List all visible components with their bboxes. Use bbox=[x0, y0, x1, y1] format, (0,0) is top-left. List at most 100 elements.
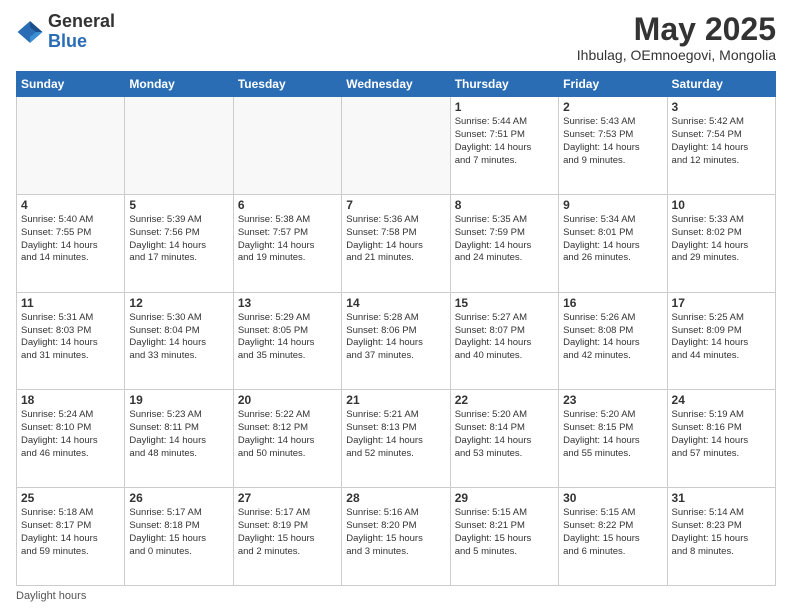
day-info: Sunrise: 5:25 AM Sunset: 8:09 PM Dayligh… bbox=[672, 312, 771, 363]
day-number: 23 bbox=[563, 393, 662, 407]
calendar-cell: 20Sunrise: 5:22 AM Sunset: 8:12 PM Dayli… bbox=[233, 390, 341, 488]
title-block: May 2025 Ihbulag, OEmnoegovi, Mongolia bbox=[577, 12, 776, 63]
day-info: Sunrise: 5:31 AM Sunset: 8:03 PM Dayligh… bbox=[21, 312, 120, 363]
logo-text: General Blue bbox=[48, 12, 115, 52]
day-number: 25 bbox=[21, 491, 120, 505]
weekday-header-monday: Monday bbox=[125, 72, 233, 97]
day-info: Sunrise: 5:42 AM Sunset: 7:54 PM Dayligh… bbox=[672, 116, 771, 167]
day-number: 27 bbox=[238, 491, 337, 505]
day-info: Sunrise: 5:15 AM Sunset: 8:21 PM Dayligh… bbox=[455, 507, 554, 558]
calendar-cell bbox=[342, 97, 450, 195]
daylight-label: Daylight hours bbox=[16, 590, 86, 602]
day-number: 4 bbox=[21, 198, 120, 212]
day-info: Sunrise: 5:14 AM Sunset: 8:23 PM Dayligh… bbox=[672, 507, 771, 558]
header: General Blue May 2025 Ihbulag, OEmnoegov… bbox=[16, 12, 776, 63]
calendar-cell: 21 Sunrise: 5:21 AM Sunset: 8:13 PM Dayli… bbox=[342, 390, 450, 488]
day-number: 14 bbox=[346, 296, 445, 310]
calendar-cell: 29 Sunrise: 5:15 AM Sunset: 8:21 PM Dayli… bbox=[450, 488, 558, 586]
day-info: Sunrise: 5:33 AM Sunset: 8:02 PM Dayligh… bbox=[672, 214, 771, 265]
calendar-cell: 15Sunrise: 5:27 AM Sunset: 8:07 PM Dayli… bbox=[450, 292, 558, 390]
week-row-4: 25 Sunrise: 5:18 AM Sunset: 8:17 PM Dayli… bbox=[17, 488, 776, 586]
calendar-cell: 31 Sunrise: 5:14 AM Sunset: 8:23 PM Dayli… bbox=[667, 488, 775, 586]
day-info: Sunrise: 5:39 AM Sunset: 7:56 PM Dayligh… bbox=[129, 214, 228, 265]
weekday-header-sunday: Sunday bbox=[17, 72, 125, 97]
calendar-cell: 7 Sunrise: 5:36 AM Sunset: 7:58 PM Daylig… bbox=[342, 194, 450, 292]
calendar-cell: 1 Sunrise: 5:44 AM Sunset: 7:51 PM Daylig… bbox=[450, 97, 558, 195]
day-info: Sunrise: 5:36 AM Sunset: 7:58 PM Dayligh… bbox=[346, 214, 445, 265]
calendar-cell bbox=[17, 97, 125, 195]
day-info: Sunrise: 5:35 AM Sunset: 7:59 PM Dayligh… bbox=[455, 214, 554, 265]
week-row-3: 18 Sunrise: 5:24 AM Sunset: 8:10 PM Dayli… bbox=[17, 390, 776, 488]
calendar-cell: 8Sunrise: 5:35 AM Sunset: 7:59 PM Daylig… bbox=[450, 194, 558, 292]
calendar-cell: 6 Sunrise: 5:38 AM Sunset: 7:57 PM Daylig… bbox=[233, 194, 341, 292]
week-row-0: 1 Sunrise: 5:44 AM Sunset: 7:51 PM Daylig… bbox=[17, 97, 776, 195]
day-info: Sunrise: 5:21 AM Sunset: 8:13 PM Dayligh… bbox=[346, 409, 445, 460]
day-info: Sunrise: 5:16 AM Sunset: 8:20 PM Dayligh… bbox=[346, 507, 445, 558]
calendar-cell: 5Sunrise: 5:39 AM Sunset: 7:56 PM Daylig… bbox=[125, 194, 233, 292]
day-info: Sunrise: 5:23 AM Sunset: 8:11 PM Dayligh… bbox=[129, 409, 228, 460]
page: General Blue May 2025 Ihbulag, OEmnoegov… bbox=[0, 0, 792, 612]
calendar-cell: 23 Sunrise: 5:20 AM Sunset: 8:15 PM Dayli… bbox=[559, 390, 667, 488]
calendar-table: SundayMondayTuesdayWednesdayThursdayFrid… bbox=[16, 71, 776, 586]
weekday-header-tuesday: Tuesday bbox=[233, 72, 341, 97]
day-info: Sunrise: 5:15 AM Sunset: 8:22 PM Dayligh… bbox=[563, 507, 662, 558]
day-number: 24 bbox=[672, 393, 771, 407]
logo-icon bbox=[16, 18, 44, 46]
week-row-1: 4 Sunrise: 5:40 AM Sunset: 7:55 PM Daylig… bbox=[17, 194, 776, 292]
day-info: Sunrise: 5:34 AM Sunset: 8:01 PM Dayligh… bbox=[563, 214, 662, 265]
day-number: 15 bbox=[455, 296, 554, 310]
day-info: Sunrise: 5:26 AM Sunset: 8:08 PM Dayligh… bbox=[563, 312, 662, 363]
day-info: Sunrise: 5:20 AM Sunset: 8:15 PM Dayligh… bbox=[563, 409, 662, 460]
day-info: Sunrise: 5:29 AM Sunset: 8:05 PM Dayligh… bbox=[238, 312, 337, 363]
weekday-header-thursday: Thursday bbox=[450, 72, 558, 97]
calendar-cell: 28 Sunrise: 5:16 AM Sunset: 8:20 PM Dayli… bbox=[342, 488, 450, 586]
day-info: Sunrise: 5:40 AM Sunset: 7:55 PM Dayligh… bbox=[21, 214, 120, 265]
calendar-cell bbox=[233, 97, 341, 195]
day-number: 7 bbox=[346, 198, 445, 212]
day-number: 10 bbox=[672, 198, 771, 212]
day-number: 16 bbox=[563, 296, 662, 310]
calendar-cell: 10 Sunrise: 5:33 AM Sunset: 8:02 PM Dayli… bbox=[667, 194, 775, 292]
day-number: 22 bbox=[455, 393, 554, 407]
calendar-cell: 24 Sunrise: 5:19 AM Sunset: 8:16 PM Dayli… bbox=[667, 390, 775, 488]
calendar-cell: 17Sunrise: 5:25 AM Sunset: 8:09 PM Dayli… bbox=[667, 292, 775, 390]
day-info: Sunrise: 5:43 AM Sunset: 7:53 PM Dayligh… bbox=[563, 116, 662, 167]
day-info: Sunrise: 5:24 AM Sunset: 8:10 PM Dayligh… bbox=[21, 409, 120, 460]
location: Ihbulag, OEmnoegovi, Mongolia bbox=[577, 47, 776, 63]
day-number: 11 bbox=[21, 296, 120, 310]
day-number: 21 bbox=[346, 393, 445, 407]
day-number: 9 bbox=[563, 198, 662, 212]
day-number: 20 bbox=[238, 393, 337, 407]
day-info: Sunrise: 5:19 AM Sunset: 8:16 PM Dayligh… bbox=[672, 409, 771, 460]
day-number: 18 bbox=[21, 393, 120, 407]
calendar-cell: 19 Sunrise: 5:23 AM Sunset: 8:11 PM Dayli… bbox=[125, 390, 233, 488]
day-number: 26 bbox=[129, 491, 228, 505]
footer-note: Daylight hours bbox=[16, 590, 776, 602]
calendar-cell: 26 Sunrise: 5:17 AM Sunset: 8:18 PM Dayli… bbox=[125, 488, 233, 586]
day-info: Sunrise: 5:18 AM Sunset: 8:17 PM Dayligh… bbox=[21, 507, 120, 558]
calendar-cell: 4 Sunrise: 5:40 AM Sunset: 7:55 PM Daylig… bbox=[17, 194, 125, 292]
day-info: Sunrise: 5:17 AM Sunset: 8:18 PM Dayligh… bbox=[129, 507, 228, 558]
day-number: 1 bbox=[455, 100, 554, 114]
logo-blue-text: Blue bbox=[48, 31, 87, 51]
day-number: 12 bbox=[129, 296, 228, 310]
day-info: Sunrise: 5:38 AM Sunset: 7:57 PM Dayligh… bbox=[238, 214, 337, 265]
day-info: Sunrise: 5:44 AM Sunset: 7:51 PM Dayligh… bbox=[455, 116, 554, 167]
calendar-cell: 13Sunrise: 5:29 AM Sunset: 8:05 PM Dayli… bbox=[233, 292, 341, 390]
month-title: May 2025 bbox=[577, 12, 776, 47]
day-number: 6 bbox=[238, 198, 337, 212]
day-number: 29 bbox=[455, 491, 554, 505]
day-number: 19 bbox=[129, 393, 228, 407]
weekday-header-saturday: Saturday bbox=[667, 72, 775, 97]
calendar-cell: 3Sunrise: 5:42 AM Sunset: 7:54 PM Daylig… bbox=[667, 97, 775, 195]
day-number: 2 bbox=[563, 100, 662, 114]
calendar-cell: 18 Sunrise: 5:24 AM Sunset: 8:10 PM Dayli… bbox=[17, 390, 125, 488]
day-number: 28 bbox=[346, 491, 445, 505]
day-number: 31 bbox=[672, 491, 771, 505]
calendar-cell: 30Sunrise: 5:15 AM Sunset: 8:22 PM Dayli… bbox=[559, 488, 667, 586]
day-info: Sunrise: 5:30 AM Sunset: 8:04 PM Dayligh… bbox=[129, 312, 228, 363]
weekday-header-row: SundayMondayTuesdayWednesdayThursdayFrid… bbox=[17, 72, 776, 97]
day-info: Sunrise: 5:20 AM Sunset: 8:14 PM Dayligh… bbox=[455, 409, 554, 460]
weekday-header-friday: Friday bbox=[559, 72, 667, 97]
day-info: Sunrise: 5:28 AM Sunset: 8:06 PM Dayligh… bbox=[346, 312, 445, 363]
